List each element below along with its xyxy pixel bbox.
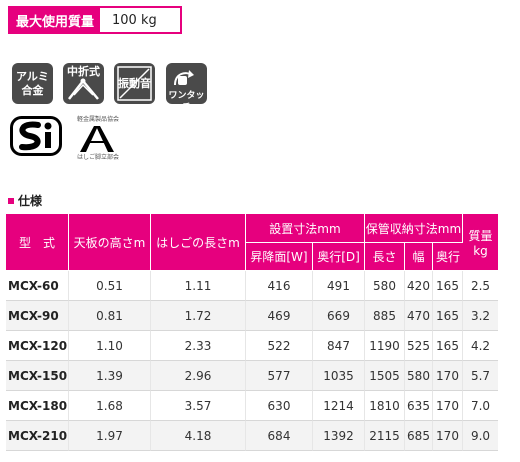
header-top-height: 天板の高さm bbox=[69, 214, 151, 271]
cell-weight: 5.7 bbox=[463, 361, 498, 391]
cell-ladder-length: 2.96 bbox=[151, 361, 246, 391]
cell-storage-depth: 170 bbox=[433, 391, 463, 421]
table-row: MCX-150 1.39 2.96 577 1035 1505 580 170 5.7 bbox=[6, 361, 498, 391]
cell-storage-depth: 165 bbox=[433, 301, 463, 331]
cell-install-w: 469 bbox=[246, 301, 313, 331]
cell-top-height: 1.97 bbox=[69, 421, 151, 451]
icon-line: 振動音 bbox=[118, 77, 151, 90]
cell-model: MCX-120 bbox=[6, 331, 69, 361]
cell-top-height: 1.68 bbox=[69, 391, 151, 421]
cell-weight: 2.5 bbox=[463, 271, 498, 301]
cell-storage-length: 2115 bbox=[365, 421, 405, 451]
cell-weight: 4.2 bbox=[463, 331, 498, 361]
cell-storage-width: 525 bbox=[405, 331, 433, 361]
cell-storage-depth: 170 bbox=[433, 421, 463, 451]
header-storage-length: 長さ bbox=[365, 243, 405, 271]
header-ladder-length: はしごの長さm bbox=[151, 214, 246, 271]
table-row: MCX-60 0.51 1.11 416 491 580 420 165 2.5 bbox=[6, 271, 498, 301]
aluminum-alloy-icon: アルミ 合金 bbox=[12, 63, 53, 104]
header-install-dimensions: 設置寸法mm bbox=[246, 214, 365, 243]
vibration-noise-icon: 振動音 bbox=[114, 63, 155, 104]
cell-install-w: 684 bbox=[246, 421, 313, 451]
table-row: MCX-180 1.68 3.57 630 1214 1810 635 170 7.0 bbox=[6, 391, 498, 421]
cell-storage-width: 420 bbox=[405, 271, 433, 301]
ladder-mark-bottom-text: はしご脚立部会 bbox=[76, 154, 119, 161]
cell-model: MCX-150 bbox=[6, 361, 69, 391]
cell-model: MCX-180 bbox=[6, 391, 69, 421]
header-weight: 質量kg bbox=[463, 214, 498, 271]
header-install-d: 奥行[D] bbox=[313, 243, 365, 271]
header-model: 型 式 bbox=[6, 214, 69, 271]
spec-section-heading: 仕様 bbox=[8, 192, 42, 209]
max-load-label: 最大使用質量 bbox=[10, 8, 100, 32]
cell-top-height: 0.51 bbox=[69, 271, 151, 301]
cell-ladder-length: 3.57 bbox=[151, 391, 246, 421]
cell-ladder-length: 4.18 bbox=[151, 421, 246, 451]
max-load-value: 100 kg bbox=[112, 12, 157, 28]
cell-install-d: 669 bbox=[313, 301, 365, 331]
cell-storage-length: 885 bbox=[365, 301, 405, 331]
heading-marker bbox=[8, 197, 14, 204]
cell-ladder-length: 1.72 bbox=[151, 301, 246, 331]
spec-heading-text: 仕様 bbox=[18, 194, 43, 208]
header-storage-width: 幅 bbox=[405, 243, 433, 271]
cell-top-height: 1.10 bbox=[69, 331, 151, 361]
spec-table: 型 式 天板の高さm はしごの長さm 設置寸法mm 保管収納寸法mm 質量kg … bbox=[6, 214, 498, 451]
cell-install-d: 1392 bbox=[313, 421, 365, 451]
table-row: MCX-120 1.10 2.33 522 847 1190 525 165 4.2 bbox=[6, 331, 498, 361]
cell-install-w: 416 bbox=[246, 271, 313, 301]
cell-storage-depth: 165 bbox=[433, 331, 463, 361]
cell-top-height: 0.81 bbox=[69, 301, 151, 331]
header-install-w: 昇降面[W] bbox=[246, 243, 313, 271]
cell-storage-width: 470 bbox=[405, 301, 433, 331]
table-row: MCX-210 1.97 4.18 684 1392 2115 685 170 9.0 bbox=[6, 421, 498, 451]
cell-weight: 7.0 bbox=[463, 391, 498, 421]
folding-icon: 中折式 bbox=[63, 63, 104, 104]
cell-install-d: 1035 bbox=[313, 361, 365, 391]
cell-model: MCX-90 bbox=[6, 301, 69, 331]
folding-ladder-glyph bbox=[68, 78, 99, 100]
cell-storage-width: 685 bbox=[405, 421, 433, 451]
cell-storage-depth: 165 bbox=[433, 271, 463, 301]
header-storage-dimensions: 保管収納寸法mm bbox=[365, 214, 463, 243]
max-load-box: 最大使用質量 100 kg bbox=[8, 6, 182, 34]
cell-install-d: 491 bbox=[313, 271, 365, 301]
cell-storage-width: 635 bbox=[405, 391, 433, 421]
table-row: MCX-90 0.81 1.72 469 669 885 470 165 3.2 bbox=[6, 301, 498, 331]
cell-install-w: 577 bbox=[246, 361, 313, 391]
cell-top-height: 1.39 bbox=[69, 361, 151, 391]
cell-storage-width: 580 bbox=[405, 361, 433, 391]
cell-storage-length: 1810 bbox=[365, 391, 405, 421]
cell-model: MCX-210 bbox=[6, 421, 69, 451]
cell-weight: 3.2 bbox=[463, 301, 498, 331]
cell-weight: 9.0 bbox=[463, 421, 498, 451]
cell-storage-depth: 170 bbox=[433, 361, 463, 391]
cell-install-d: 847 bbox=[313, 331, 365, 361]
icon-line: 合金 bbox=[21, 84, 44, 97]
cell-model: MCX-60 bbox=[6, 271, 69, 301]
cell-install-d: 1214 bbox=[313, 391, 365, 421]
cell-storage-length: 1190 bbox=[365, 331, 405, 361]
icon-line: アルミ bbox=[16, 70, 49, 83]
one-touch-icon: ワンタッチ bbox=[166, 63, 207, 104]
si-mark-glyph bbox=[10, 116, 62, 156]
icon-line: ワンタッチ bbox=[168, 91, 205, 104]
cell-install-w: 522 bbox=[246, 331, 313, 361]
cell-storage-length: 580 bbox=[365, 271, 405, 301]
header-storage-depth: 奥行 bbox=[433, 243, 463, 271]
si-mark bbox=[10, 116, 62, 160]
cell-ladder-length: 2.33 bbox=[151, 331, 246, 361]
cell-storage-length: 1505 bbox=[365, 361, 405, 391]
cell-ladder-length: 1.11 bbox=[151, 271, 246, 301]
cell-install-w: 630 bbox=[246, 391, 313, 421]
